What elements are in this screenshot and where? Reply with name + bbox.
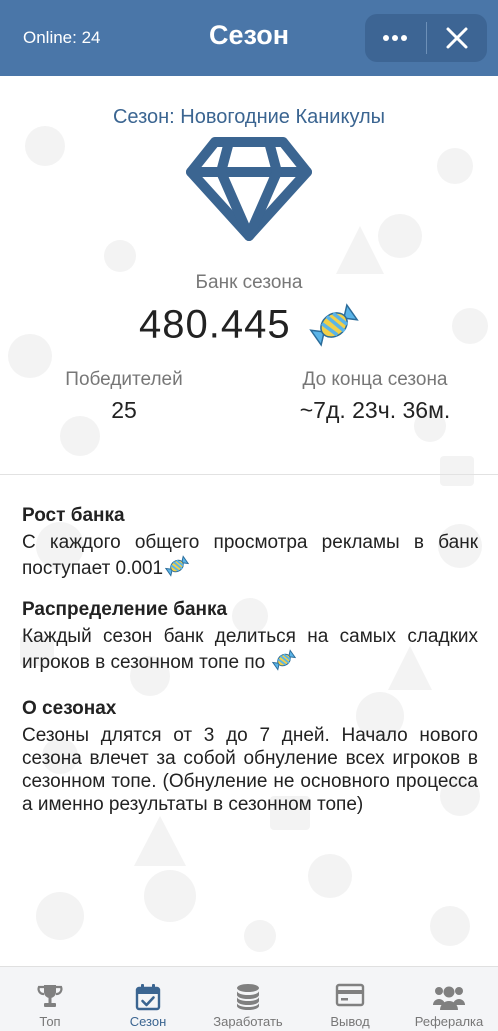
nav-withdraw[interactable]: Вывод [310,967,390,1031]
season-end-stat: До конца сезона ~7д. 23ч. 36м. [270,369,480,424]
season-end-value: ~7д. 23ч. 36м. [299,397,451,423]
diamond-icon [186,137,312,241]
bank-value: 480.445 [138,302,291,347]
info-text: С каждого общего просмотра рекламы в бан… [22,532,478,579]
winners-value: 25 [111,397,137,423]
season-end-label: До конца сезона [302,369,448,390]
nav-top[interactable]: Топ [10,967,90,1031]
nav-withdraw-label: Вывод [330,1014,370,1029]
users-icon [433,986,465,1010]
info-bank-growth: Рост банка С каждого общего просмотра ре… [22,504,478,580]
candy-icon [165,555,190,577]
candy-icon [272,649,297,671]
season-name: Сезон: Новогодние Каникулы [112,106,386,128]
nav-season-label: Сезон [129,1014,167,1029]
app-header: Online: 24 Сезон [0,0,498,76]
more-button[interactable] [365,14,426,62]
close-button[interactable] [427,14,487,62]
nav-referral[interactable]: Рефералка [404,967,494,1031]
credit-card-icon [335,983,365,1007]
trophy-icon [37,985,63,1007]
info-about-seasons: О сезонах Сезоны длятся от 3 до 7 дней. … [22,697,478,816]
winners-label: Победителей [65,369,183,390]
calendar-check-icon [135,984,161,1011]
nav-top-label: Топ [39,1014,61,1029]
info-title: Рост банка [22,505,125,526]
info-bank-distribution: Распределение банка Каждый сезон банк де… [22,598,478,674]
candy-icon [309,303,359,347]
info-text: Сезоны длятся от 3 до 7 дней. Начало нов… [22,725,478,815]
close-icon [446,27,468,49]
nav-season[interactable]: Сезон [108,967,188,1031]
nav-earn[interactable]: Заработать [202,967,294,1031]
header-controls [365,14,487,62]
bank-row: 480.445 [0,300,498,350]
bank-label: Банк сезона [195,272,303,293]
nav-earn-label: Заработать [213,1014,283,1029]
info-text: Каждый сезон банк делиться на самых слад… [22,626,478,673]
bottom-nav: Топ Сезон Заработать Вывод Рефералка [0,966,498,1031]
divider [0,474,498,475]
coins-stack-icon [237,984,259,1010]
info-title: Распределение банка [22,599,228,620]
info-title: О сезонах [22,698,117,719]
winners-stat: Победителей 25 [36,369,212,424]
nav-referral-label: Рефералка [414,1014,484,1029]
